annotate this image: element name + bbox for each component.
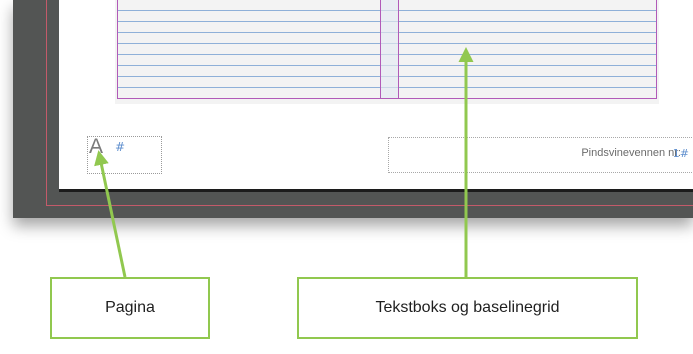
arrow-to-page-number	[94, 150, 127, 278]
callout-pagina: Pagina	[50, 277, 210, 339]
callout-tekstboks: Tekstboks og baselinegrid	[297, 277, 638, 339]
